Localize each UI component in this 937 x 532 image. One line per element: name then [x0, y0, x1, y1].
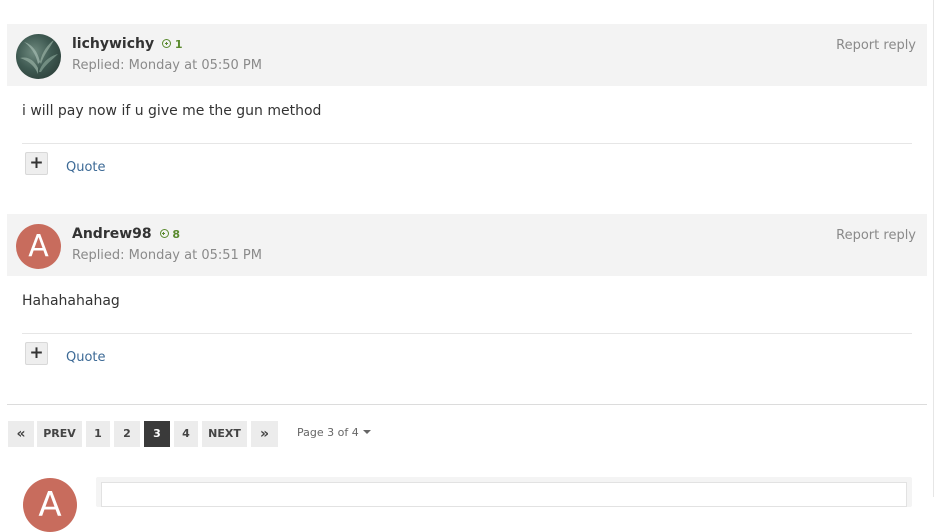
post-timestamp: Replied: Monday at 05:50 PM: [72, 58, 262, 73]
page-button-3-current[interactable]: 3: [144, 421, 170, 447]
quote-link[interactable]: Quote: [66, 160, 106, 175]
post-content: i will pay now if u give me the gun meth…: [22, 103, 322, 119]
post-timestamp: Replied: Monday at 05:51 PM: [72, 248, 262, 263]
avatar[interactable]: [16, 34, 61, 79]
post-header: lichywichy 1 Replied: Monday at 05:50 PM…: [7, 24, 927, 86]
divider: [22, 143, 912, 144]
page-info-label: Page 3 of 4: [297, 426, 359, 439]
divider: [7, 404, 927, 405]
post-header: A Andrew98 8 Replied: Monday at 05:51 PM…: [7, 214, 927, 276]
report-reply-link[interactable]: Report reply: [836, 38, 916, 53]
reputation-count: 8: [172, 228, 181, 241]
page-jump-dropdown[interactable]: Page 3 of 4: [297, 426, 371, 439]
reply-editor-input[interactable]: [101, 482, 907, 507]
avatar[interactable]: A: [16, 224, 61, 269]
post-author[interactable]: Andrew98 8: [72, 226, 180, 242]
reputation-badge: 1: [162, 38, 183, 51]
divider: [22, 333, 912, 334]
reaction-button[interactable]: +: [25, 342, 48, 365]
username-link[interactable]: lichywichy: [72, 36, 154, 52]
caret-down-icon: [362, 430, 371, 434]
next-page-button[interactable]: NEXT: [202, 421, 247, 447]
page-button-4[interactable]: 4: [174, 421, 198, 447]
scrollbar-track[interactable]: [933, 0, 934, 497]
quote-link[interactable]: Quote: [66, 350, 106, 365]
prev-page-button[interactable]: PREV: [37, 421, 82, 447]
current-user-avatar: A: [23, 478, 77, 532]
page-button-1[interactable]: 1: [86, 421, 110, 447]
username-link[interactable]: Andrew98: [72, 226, 152, 242]
reply-editor[interactable]: [96, 477, 912, 507]
post-author[interactable]: lichywichy 1: [72, 36, 183, 52]
page-button-2[interactable]: 2: [114, 421, 140, 447]
post-content: Hahahahahag: [22, 293, 120, 309]
avatar-plant-image: [20, 40, 58, 74]
report-reply-link[interactable]: Report reply: [836, 228, 916, 243]
plus-circle-icon: [162, 39, 171, 48]
first-page-button[interactable]: «: [8, 421, 34, 447]
plus-circle-icon: [159, 229, 169, 238]
reputation-badge: 8: [159, 228, 181, 241]
reaction-button[interactable]: +: [25, 152, 48, 175]
last-page-button[interactable]: »: [251, 421, 278, 447]
reputation-count: 1: [174, 38, 183, 51]
